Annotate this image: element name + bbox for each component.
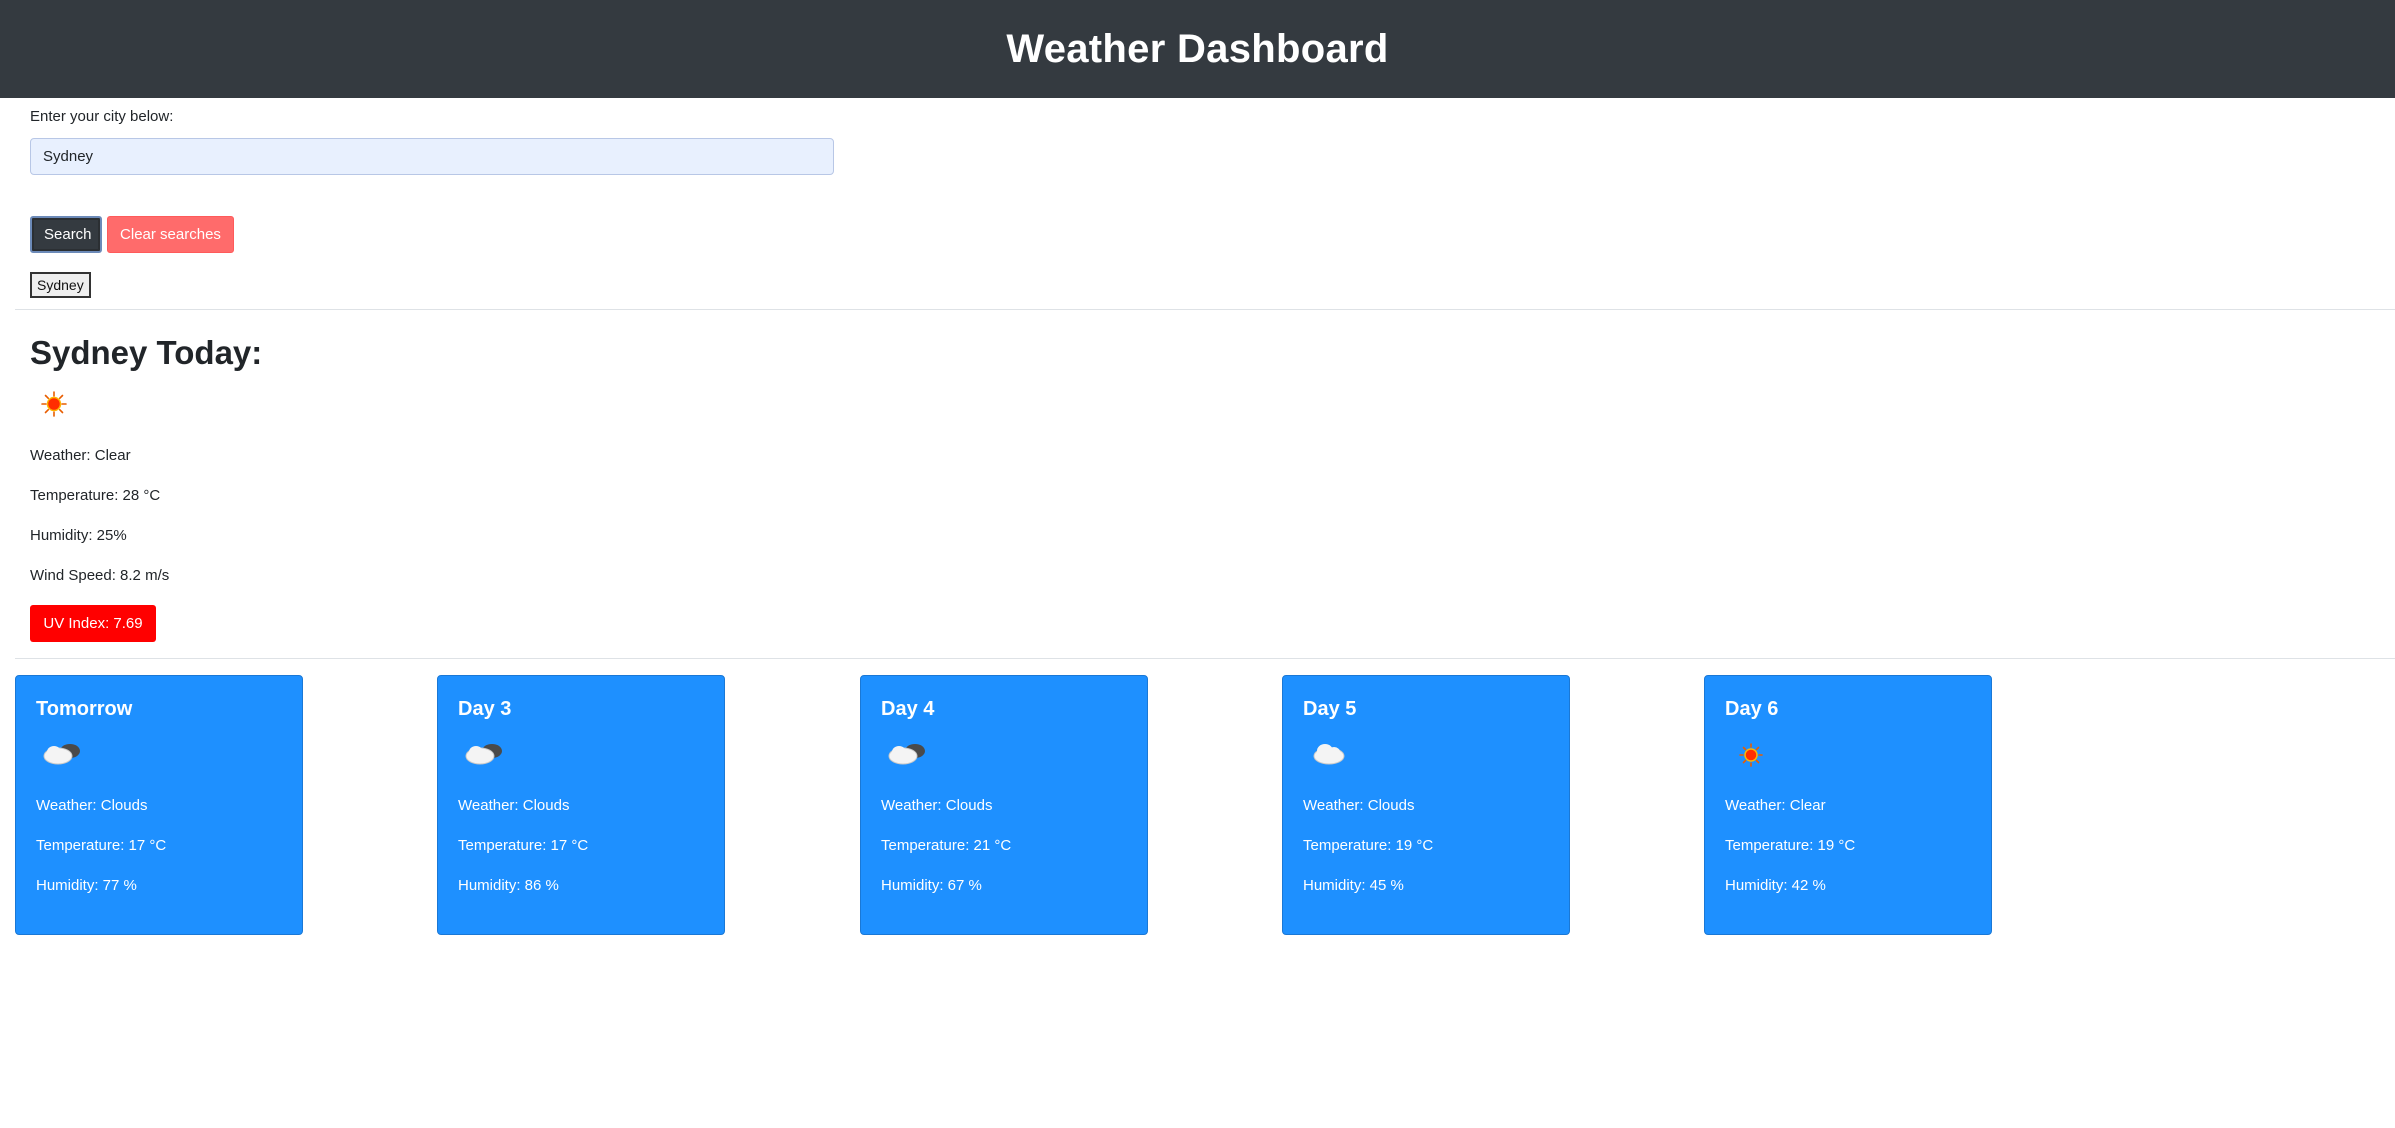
- forecast-day-title: Tomorrow: [36, 698, 133, 720]
- divider: [15, 658, 2395, 659]
- forecast-humidity: Humidity: 67 %: [881, 877, 982, 894]
- forecast-card: Day 6 Weather: Clear Temperature: 19 °C …: [1704, 675, 1992, 935]
- forecast-weather: Weather: Clouds: [1303, 797, 1415, 814]
- forecast-card: Day 5 Weather: Clouds Temperature: 19 °C…: [1282, 675, 1570, 935]
- forecast-temperature: Temperature: 19 °C: [1725, 837, 1856, 854]
- search-history-item[interactable]: Sydney: [30, 272, 91, 298]
- search-button[interactable]: Search: [30, 216, 102, 253]
- today-weather: Weather: Clear: [30, 447, 131, 464]
- divider: [15, 309, 2395, 310]
- forecast-temperature: Temperature: 21 °C: [881, 837, 1012, 854]
- forecast-card: Tomorrow Weather: Clouds Temperature: 17…: [15, 675, 303, 935]
- cloudy-icon: [888, 744, 925, 765]
- forecast-card: Day 3 Weather: Clouds Temperature: 17 °C…: [437, 675, 725, 935]
- cloudy-icon: [43, 744, 80, 765]
- forecast-weather: Weather: Clouds: [36, 797, 148, 814]
- forecast-day-title: Day 5: [1303, 698, 1357, 720]
- forecast-humidity: Humidity: 86 %: [458, 877, 559, 894]
- today-humidity: Humidity: 25%: [30, 527, 127, 544]
- search-panel: Enter your city below: Search Clear sear…: [0, 98, 2395, 308]
- clear-searches-button[interactable]: Clear searches: [107, 216, 234, 253]
- sun-icon: [41, 391, 67, 417]
- cloudy-icon: [465, 744, 502, 765]
- forecast-temperature: Temperature: 17 °C: [458, 837, 589, 854]
- city-input-label: Enter your city below:: [30, 108, 174, 125]
- forecast-card: Day 4 Weather: Clouds Temperature: 21 °C…: [860, 675, 1148, 935]
- forecast-weather: Weather: Clouds: [458, 797, 570, 814]
- forecast-temperature: Temperature: 19 °C: [1303, 837, 1434, 854]
- today-wind-speed: Wind Speed: 8.2 m/s: [30, 567, 170, 584]
- forecast-weather: Weather: Clear: [1725, 797, 1826, 814]
- sun-icon: [1739, 743, 1763, 767]
- forecast-temperature: Temperature: 17 °C: [36, 837, 167, 854]
- page-title: Weather Dashboard: [1006, 26, 1389, 71]
- forecast-humidity: Humidity: 77 %: [36, 877, 137, 894]
- forecast-day-title: Day 4: [881, 698, 935, 720]
- cloud-icon: [1313, 744, 1345, 765]
- page-header: Weather Dashboard: [0, 0, 2395, 98]
- forecast-humidity: Humidity: 42 %: [1725, 877, 1826, 894]
- forecast-day-title: Day 3: [458, 698, 512, 720]
- forecast-day-title: Day 6: [1725, 698, 1779, 720]
- today-title: Sydney Today:: [30, 334, 263, 371]
- today-temperature: Temperature: 28 °C: [30, 487, 161, 504]
- forecast-weather: Weather: Clouds: [881, 797, 993, 814]
- uv-index-badge: UV Index: 7.69: [30, 605, 156, 642]
- forecast-humidity: Humidity: 45 %: [1303, 877, 1404, 894]
- city-search-input[interactable]: [30, 138, 834, 175]
